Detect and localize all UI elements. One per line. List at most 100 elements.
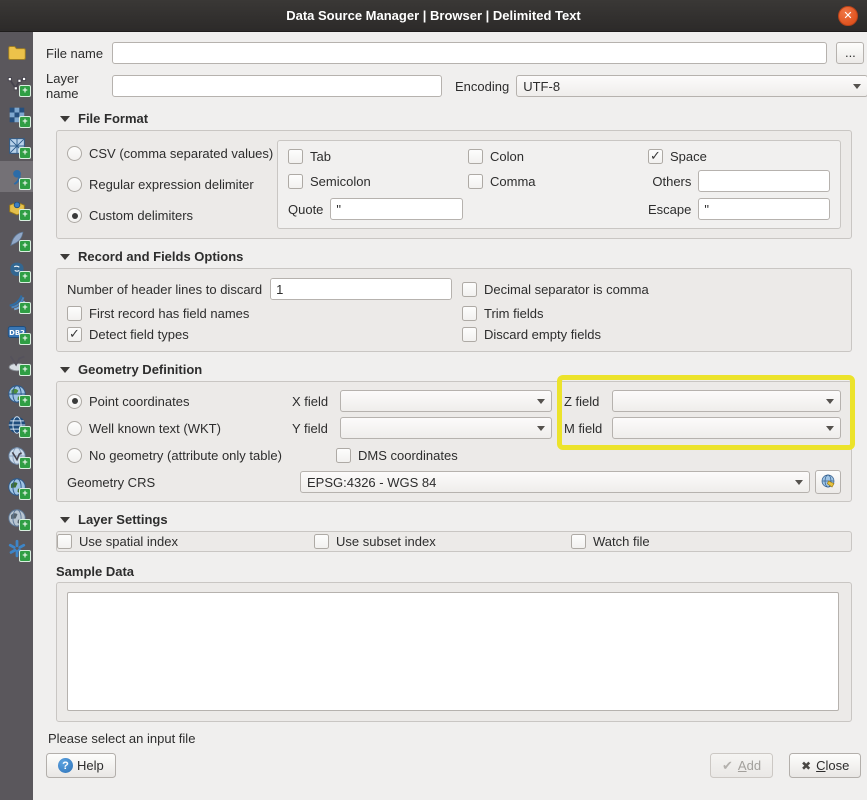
checkbox-colon[interactable]: Colon <box>468 149 648 164</box>
sidebar-item-wms-wmts[interactable] <box>0 378 33 409</box>
cross-icon: ✖ <box>801 759 811 773</box>
chevron-down-icon <box>826 399 834 404</box>
sidebar-item-browser[interactable] <box>0 37 33 68</box>
sidebar-item-geonode[interactable] <box>0 533 33 564</box>
sidebar-item-mssql[interactable] <box>0 285 33 316</box>
checkbox-box <box>468 149 483 164</box>
select-crs-button[interactable] <box>815 470 841 494</box>
radio-no-geometry[interactable]: No geometry (attribute only table) <box>67 448 336 463</box>
checkbox-box <box>462 282 477 297</box>
sidebar-item-raster[interactable] <box>0 99 33 130</box>
y-field-combo[interactable] <box>340 417 552 439</box>
chevron-down-icon <box>826 426 834 431</box>
encoding-combo[interactable]: UTF-8 <box>516 75 867 97</box>
layer-name-input[interactable] <box>112 75 442 97</box>
raster-layer-icon <box>6 104 28 126</box>
help-button[interactable]: ? Help <box>46 753 116 778</box>
sample-data-view[interactable] <box>67 592 839 711</box>
checkbox-discard-empty-fields[interactable]: Discard empty fields <box>462 327 841 342</box>
checkbox-box <box>288 174 303 189</box>
delimited-text-pane: File name ... Layer name Encoding UTF-8 … <box>33 32 867 800</box>
close-button[interactable]: ✖ Close <box>789 753 861 778</box>
add-button[interactable]: ✔ Add <box>710 753 773 778</box>
sidebar-item-geopackage[interactable] <box>0 192 33 223</box>
sidebar-item-wcs[interactable] <box>0 409 33 440</box>
radio-csv[interactable]: CSV (comma separated values) <box>67 146 277 161</box>
others-label: Others <box>652 174 691 189</box>
sidebar-item-postgresql[interactable] <box>0 254 33 285</box>
collapse-triangle-icon <box>60 517 70 523</box>
geopackage-icon <box>6 197 28 219</box>
encoding-label: Encoding <box>455 79 509 94</box>
file-format-section-header[interactable]: File Format <box>60 111 867 126</box>
layer-settings-section-header[interactable]: Layer Settings <box>60 512 867 527</box>
sidebar-item-arcgis-map-server[interactable] <box>0 471 33 502</box>
geometry-crs-combo[interactable]: EPSG:4326 - WGS 84 <box>300 471 810 493</box>
file-name-input[interactable] <box>112 42 827 64</box>
arcgis-feature-globe-icon <box>6 507 28 529</box>
wms-globe-icon <box>6 383 28 405</box>
layer-name-label: Layer name <box>46 71 104 101</box>
check-icon: ✔ <box>722 758 733 774</box>
checkbox-box <box>462 306 477 321</box>
radio-custom-delimiters[interactable]: Custom delimiters <box>67 208 277 223</box>
titlebar[interactable]: Data Source Manager | Browser | Delimite… <box>0 0 867 32</box>
browse-file-button[interactable]: ... <box>836 42 864 64</box>
quote-input[interactable] <box>330 198 463 220</box>
x-field-combo[interactable] <box>340 390 552 412</box>
sidebar-item-delimited-text[interactable] <box>0 161 33 192</box>
checkbox-use-spatial-index[interactable]: Use spatial index <box>57 534 314 549</box>
sidebar-item-virtual-layer[interactable] <box>0 347 33 378</box>
header-lines-spinner[interactable] <box>270 278 452 300</box>
collapse-triangle-icon <box>60 254 70 260</box>
record-fields-section-header[interactable]: Record and Fields Options <box>60 249 867 264</box>
header-lines-label: Number of header lines to discard <box>67 282 262 297</box>
checkbox-watch-file[interactable]: Watch file <box>571 534 851 549</box>
checkbox-first-record-field-names[interactable]: First record has field names <box>67 306 452 321</box>
sidebar-item-spatialite[interactable] <box>0 223 33 254</box>
sidebar-item-db2[interactable]: DB2 <box>0 316 33 347</box>
checkbox-tab[interactable]: Tab <box>288 149 468 164</box>
sidebar-item-mesh[interactable] <box>0 130 33 161</box>
svg-text:DB2: DB2 <box>9 329 25 337</box>
record-fields-panel: Number of header lines to discard Decima… <box>56 268 852 352</box>
others-input[interactable] <box>698 170 830 192</box>
window-title: Data Source Manager | Browser | Delimite… <box>286 8 581 23</box>
sidebar-item-arcgis-feature-server[interactable] <box>0 502 33 533</box>
checkbox-box <box>571 534 586 549</box>
elephant-icon <box>6 259 28 281</box>
checkbox-space[interactable]: Space <box>648 149 830 164</box>
checkbox-comma[interactable]: Comma <box>468 174 648 189</box>
checkbox-semicolon[interactable]: Semicolon <box>288 174 468 189</box>
checkbox-detect-field-types[interactable]: Detect field types <box>67 327 452 342</box>
radio-circle <box>67 177 82 192</box>
checkbox-dms-coordinates[interactable]: DMS coordinates <box>336 448 458 463</box>
geometry-panel: Point coordinates X field Z field <box>56 381 852 502</box>
radio-point-coordinates[interactable]: Point coordinates <box>67 394 292 409</box>
checkbox-box <box>288 149 303 164</box>
radio-circle <box>67 421 82 436</box>
radio-circle <box>67 208 82 223</box>
header-lines-input[interactable] <box>271 279 452 299</box>
geonode-snowflake-icon <box>6 538 28 560</box>
sidebar-item-wfs[interactable] <box>0 440 33 471</box>
radio-regexp-delimiter[interactable]: Regular expression delimiter <box>67 177 277 192</box>
checkbox-decimal-separator-comma[interactable]: Decimal separator is comma <box>462 282 841 297</box>
custom-delimiters-panel: Tab Colon Space Semicolon <box>277 140 841 229</box>
checkbox-use-subset-index[interactable]: Use subset index <box>314 534 571 549</box>
collapse-triangle-icon <box>60 367 70 373</box>
radio-circle <box>67 394 82 409</box>
geometry-section-header[interactable]: Geometry Definition <box>60 362 867 377</box>
mesh-layer-icon <box>6 135 28 157</box>
window-close-button[interactable]: ✕ <box>838 6 858 26</box>
z-field-combo[interactable] <box>612 390 841 412</box>
escape-input[interactable] <box>698 198 830 220</box>
sidebar-item-vector[interactable] <box>0 68 33 99</box>
escape-label: Escape <box>648 202 691 217</box>
checkbox-trim-fields[interactable]: Trim fields <box>462 306 841 321</box>
m-field-combo[interactable] <box>612 417 841 439</box>
radio-wkt[interactable]: Well known text (WKT) <box>67 421 292 436</box>
checkbox-box <box>67 327 82 342</box>
file-format-panel: CSV (comma separated values) Regular exp… <box>56 130 852 239</box>
folder-icon <box>6 42 28 64</box>
